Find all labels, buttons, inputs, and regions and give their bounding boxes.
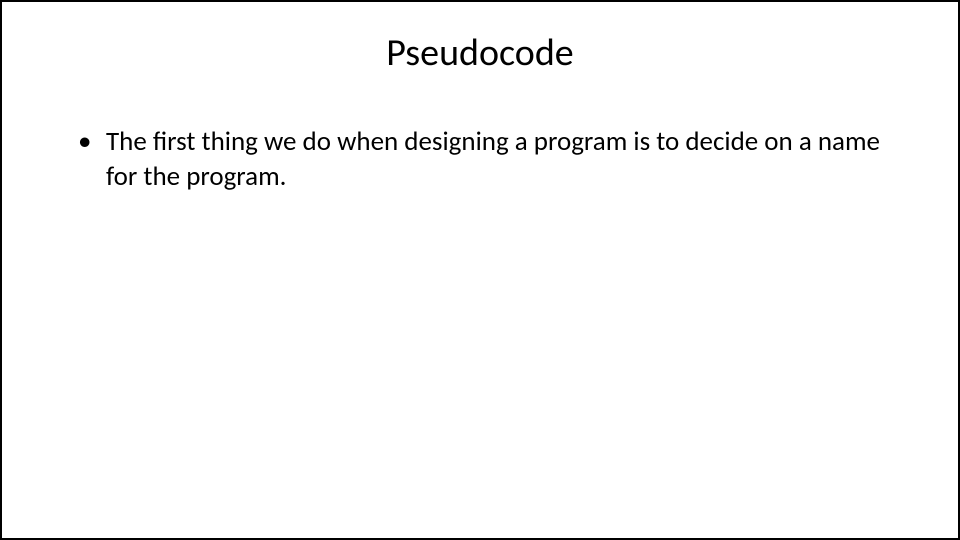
slide-title: Pseudocode xyxy=(62,30,898,76)
bullet-item: The first thing we do when designing a p… xyxy=(78,124,898,194)
slide-container: Pseudocode The first thing we do when de… xyxy=(0,0,960,540)
bullet-list: The first thing we do when designing a p… xyxy=(62,124,898,194)
